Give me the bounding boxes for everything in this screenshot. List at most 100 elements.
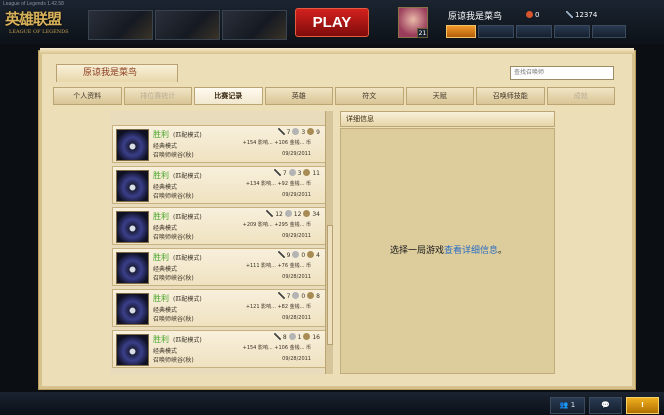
tab-2[interactable]: 比赛记录 xyxy=(194,87,263,105)
summoner-name[interactable]: 原谅我是菜鸟 xyxy=(448,9,502,22)
kda: 9 0 4 xyxy=(277,251,320,259)
match-row[interactable]: 胜利 (匹配模式) 经典模式 召唤师峡谷(秋) 7 0 8 +121 影响... +82 … xyxy=(112,289,326,327)
profile-button[interactable] xyxy=(478,25,514,38)
alert-button[interactable]: ! xyxy=(626,397,659,414)
rp-value: 0 xyxy=(535,11,540,19)
kda: 7 3 11 xyxy=(273,169,320,177)
tab-5[interactable]: 天赋 xyxy=(405,87,474,105)
result-text: 胜利 xyxy=(153,130,169,139)
window-title: League of Legends 1.42.58 xyxy=(3,1,64,7)
ip-icon xyxy=(566,11,573,18)
deaths-icon xyxy=(288,333,296,340)
tab-6[interactable]: 召唤师技能 xyxy=(476,87,545,105)
assists: 8 xyxy=(316,293,320,300)
result-text: 胜利 xyxy=(153,253,169,262)
logo-chinese: 英雄联盟 xyxy=(5,10,62,28)
assists-icon xyxy=(303,169,311,176)
news-banner-2[interactable] xyxy=(155,10,220,40)
kills: 8 xyxy=(282,334,287,341)
play-now-button[interactable] xyxy=(516,25,552,38)
tab-7[interactable]: 成就 xyxy=(546,87,615,105)
tab-3[interactable]: 英雄 xyxy=(264,87,333,105)
game-type: 经典模式 xyxy=(153,348,178,355)
champion-portrait xyxy=(116,129,149,161)
match-row[interactable]: 胜利 (匹配模式) 经典模式 召唤师峡谷(秋) 7 3 11 +134 影响... +92… xyxy=(112,166,326,204)
assists: 34 xyxy=(312,211,320,218)
kills-icon xyxy=(273,333,281,340)
match-result: 胜利 (匹配模式) xyxy=(153,293,202,304)
result-text: 胜利 xyxy=(153,335,169,344)
store-button[interactable] xyxy=(446,25,476,38)
kills-icon xyxy=(277,292,285,299)
match-date: 09/28/2011 xyxy=(282,315,311,321)
deaths: 3 xyxy=(301,129,306,136)
match-row[interactable]: 胜利 (匹配模式) 经典模式 召唤师峡谷(秋) 8 1 16 +154 影响... +10… xyxy=(112,330,326,368)
game-type: 经典模式 xyxy=(153,225,178,232)
champions-button[interactable] xyxy=(554,25,590,38)
kills-icon xyxy=(277,128,285,135)
news-banner-3[interactable] xyxy=(222,10,287,40)
detail-prompt: 选择一局游戏 xyxy=(389,246,444,256)
kills-icon xyxy=(273,169,281,176)
logo-english: LEAGUE OF LEGENDS xyxy=(9,29,69,35)
match-history-list: 胜利 (匹配模式) 经典模式 召唤师峡谷(秋) 7 3 9 +154 影响... +106… xyxy=(110,111,328,374)
match-row[interactable]: 胜利 (匹配模式) 经典模式 召唤师峡谷(秋) 7 3 9 +154 影响... +106… xyxy=(112,125,326,163)
champion-portrait xyxy=(116,293,149,325)
kills: 7 xyxy=(286,129,291,136)
friends-count: 1 xyxy=(570,401,576,409)
assists-icon xyxy=(307,251,315,258)
rewards: +121 影响... +82 金钱... 币 xyxy=(245,304,311,310)
friends-icon: 👥 xyxy=(559,401,571,409)
profile-area: 21 原谅我是菜鸟 0 12374 xyxy=(398,6,630,40)
deaths-icon xyxy=(284,210,292,217)
match-result: 胜利 (匹配模式) xyxy=(153,211,202,222)
champion-portrait xyxy=(116,334,149,366)
match-date: 09/29/2011 xyxy=(282,233,311,239)
kills: 12 xyxy=(275,211,283,218)
help-button[interactable] xyxy=(592,25,626,38)
deaths: 0 xyxy=(301,252,306,259)
summoner-level: 21 xyxy=(417,28,428,38)
detail-panel: 选择一局游戏查看详细信息。 xyxy=(340,128,555,374)
scroll-thumb[interactable] xyxy=(327,225,333,345)
match-date: 09/28/2011 xyxy=(282,274,311,280)
champion-portrait xyxy=(116,211,149,243)
ip-balance: 12374 xyxy=(566,11,597,19)
deaths: 3 xyxy=(297,170,302,177)
rewards: +209 影响... +295 金钱... 币 xyxy=(242,222,311,228)
rewards: +154 影响... +106 金钱... 币 xyxy=(242,140,311,146)
scroll-edge xyxy=(40,48,634,54)
kda: 8 1 16 xyxy=(273,333,320,341)
assists-icon xyxy=(303,210,311,217)
chat-button[interactable]: 💬 xyxy=(589,397,622,414)
deaths-icon xyxy=(288,169,296,176)
assists-icon xyxy=(307,128,315,135)
match-row[interactable]: 胜利 (匹配模式) 经典模式 召唤师峡谷(秋) 12 12 34 +209 影响... +… xyxy=(112,207,326,245)
rewards: +154 影响... +106 金钱... 币 xyxy=(242,345,311,351)
detail-link[interactable]: 查看详细信息 xyxy=(444,246,498,256)
map-name: 召唤师峡谷(秋) xyxy=(153,234,194,241)
assists: 9 xyxy=(316,129,320,136)
play-button[interactable]: PLAY xyxy=(295,8,369,37)
detail-suffix: 。 xyxy=(498,246,508,256)
tab-1[interactable]: 排位赛统计 xyxy=(123,87,192,105)
friends-button[interactable]: 👥 1 xyxy=(550,397,585,414)
tab-0[interactable]: 个人资料 xyxy=(53,87,122,105)
list-scrollbar[interactable] xyxy=(325,111,333,374)
chat-icon: 💬 xyxy=(601,401,610,409)
detail-header: 详细信息 xyxy=(340,111,555,127)
search-summoner-input[interactable] xyxy=(510,66,614,80)
deaths-icon xyxy=(292,128,300,135)
kills-icon xyxy=(277,251,285,258)
match-row[interactable]: 胜利 (匹配模式) 经典模式 召唤师峡谷(秋) 9 0 4 +111 影响... +76 … xyxy=(112,248,326,286)
news-banner-1[interactable] xyxy=(88,10,153,40)
deaths: 0 xyxy=(301,293,306,300)
queue-mode: (匹配模式) xyxy=(173,173,202,180)
assists-icon xyxy=(307,292,315,299)
match-date: 09/29/2011 xyxy=(282,192,311,198)
deaths: 1 xyxy=(297,334,302,341)
tab-4[interactable]: 符文 xyxy=(335,87,404,105)
champion-portrait xyxy=(116,252,149,284)
kda: 7 3 9 xyxy=(277,128,320,136)
rewards: +111 影响... +76 金钱... 币 xyxy=(245,263,311,269)
